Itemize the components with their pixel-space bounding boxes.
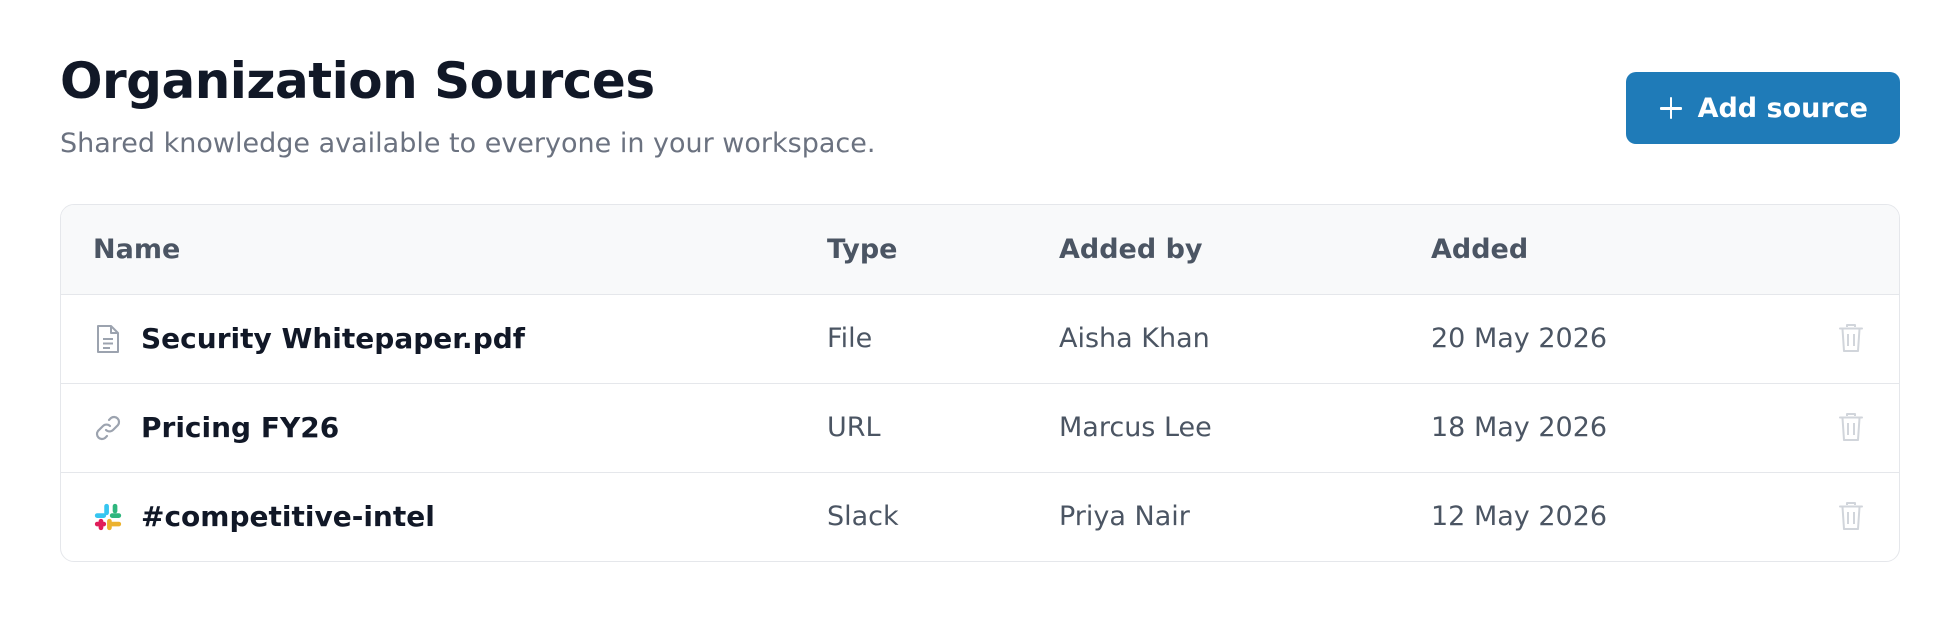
source-name[interactable]: Security Whitepaper.pdf — [141, 322, 525, 355]
page-subtitle: Shared knowledge available to everyone i… — [60, 128, 876, 159]
trash-icon — [1839, 412, 1863, 441]
column-header-type: Type — [827, 205, 1059, 295]
column-header-name: Name — [61, 205, 827, 295]
file-icon — [93, 324, 123, 354]
table-row[interactable]: Pricing FY26 URL Marcus Lee 18 May 2026 — [61, 382, 1899, 472]
column-header-added: Added — [1431, 205, 1811, 295]
trash-icon — [1839, 323, 1863, 352]
table-row[interactable]: #competitive-intel Slack Priya Nair 12 M… — [61, 471, 1899, 561]
trash-icon — [1839, 501, 1863, 530]
slack-icon — [93, 502, 123, 532]
source-added-by: Marcus Lee — [1059, 382, 1431, 472]
source-added-date: 18 May 2026 — [1431, 382, 1811, 472]
source-name[interactable]: #competitive-intel — [141, 500, 435, 533]
source-added-date: 12 May 2026 — [1431, 471, 1811, 561]
column-header-actions — [1811, 205, 1899, 295]
delete-source-button[interactable] — [1831, 318, 1871, 358]
source-type: File — [827, 323, 873, 354]
organization-sources-page: Organization Sources Shared knowledge av… — [60, 50, 1900, 562]
source-added-by: Priya Nair — [1059, 471, 1431, 561]
source-type: URL — [827, 382, 1059, 472]
add-source-button[interactable]: Add source — [1625, 72, 1900, 144]
table-header-row: Name Type Added by Added — [61, 205, 1899, 295]
table-row[interactable]: Security Whitepaper.pdf File Aisha Khan … — [61, 294, 1899, 383]
source-added-by: Aisha Khan — [1059, 323, 1210, 354]
page-title: Organization Sources — [60, 52, 655, 110]
source-added-date: 20 May 2026 — [1431, 323, 1608, 354]
source-type: Slack — [827, 471, 1059, 561]
link-icon — [93, 413, 123, 443]
page-header: Organization Sources Shared knowledge av… — [60, 50, 1900, 200]
add-source-label: Add source — [1697, 92, 1868, 124]
delete-source-button[interactable] — [1831, 496, 1871, 536]
plus-icon — [1658, 95, 1684, 121]
delete-source-button[interactable] — [1831, 407, 1871, 447]
sources-table: Name Type Added by Added Security Whitep… — [60, 204, 1900, 562]
column-header-added-by: Added by — [1059, 205, 1431, 295]
source-name[interactable]: Pricing FY26 — [141, 411, 339, 444]
